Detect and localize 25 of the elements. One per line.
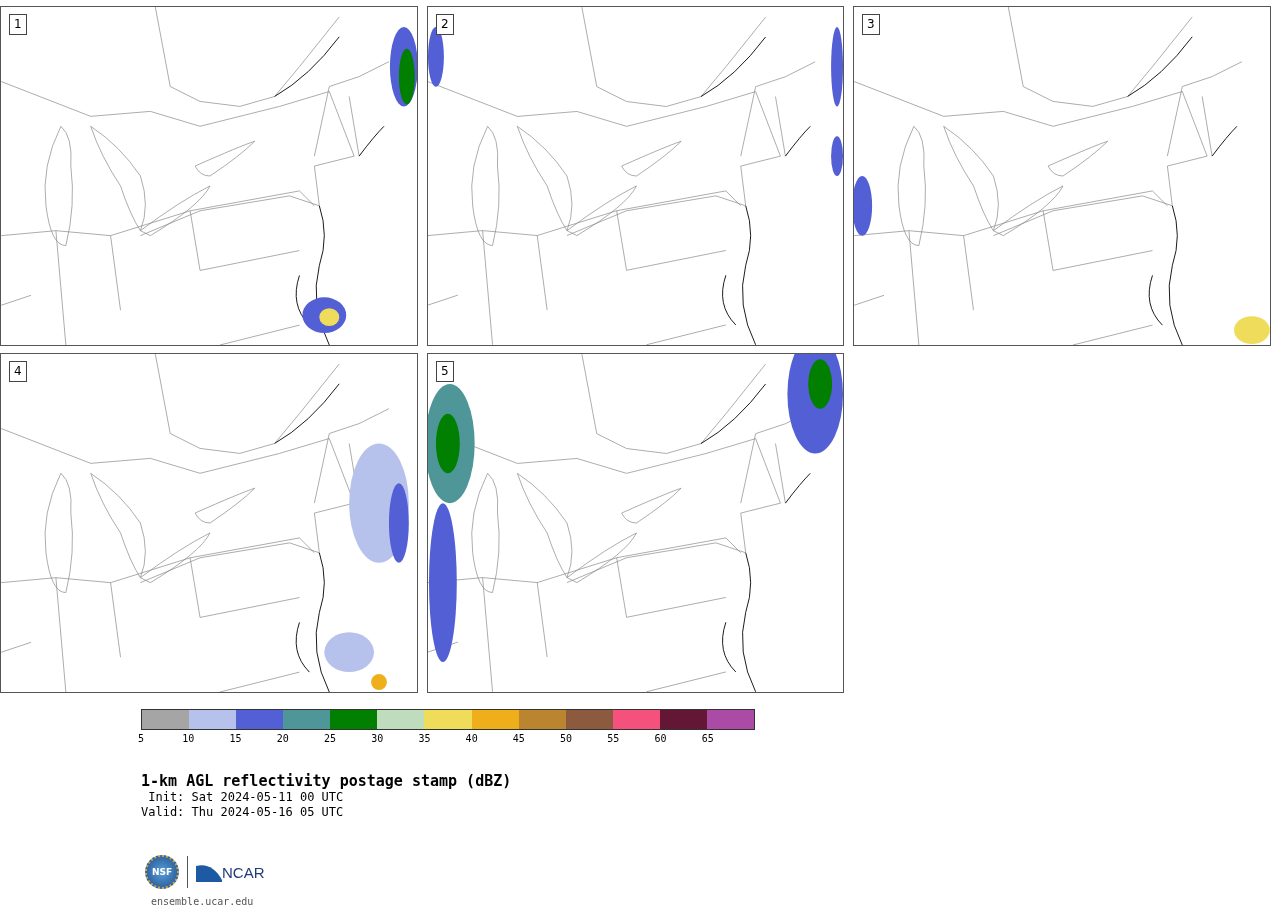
panel-number: 4 (9, 361, 27, 382)
colorbar-tick-label: 50 (560, 733, 573, 744)
swoosh-icon (196, 862, 222, 882)
colorbar-tick-label: 55 (607, 733, 620, 744)
ncar-logo-text: NCAR (222, 863, 265, 881)
colorbar-tick-label: 15 (229, 733, 242, 744)
colorbar-tick-label: 5 (138, 733, 144, 744)
nsf-logo: NSF (145, 855, 179, 889)
panel-number: 2 (436, 14, 454, 35)
website-url: ensemble.ucar.edu (151, 896, 255, 907)
colorbar-tick-label: 10 (182, 733, 195, 744)
colorbar-tick-label: 40 (465, 733, 478, 744)
panel-number: 5 (436, 361, 454, 382)
colorbar-tick-label: 30 (371, 733, 384, 744)
colorbar-tick-label: 45 (512, 733, 525, 744)
valid-time: Valid: Thu 2024-05-16 05 UTC (141, 805, 345, 820)
panel-number: 3 (862, 14, 880, 35)
chart-title: 1-km AGL reflectivity postage stamp (dBZ) (141, 772, 513, 790)
panel-number: 1 (9, 14, 27, 35)
colorbar-tick-label: 65 (701, 733, 714, 744)
colorbar-tick-label: 20 (276, 733, 289, 744)
colorbar-tick-label: 60 (654, 733, 667, 744)
init-time: Init: Sat 2024-05-11 00 UTC (147, 790, 345, 805)
colorbar-tick-label: 35 (418, 733, 431, 744)
colorbar-tick-label: 25 (323, 733, 336, 744)
